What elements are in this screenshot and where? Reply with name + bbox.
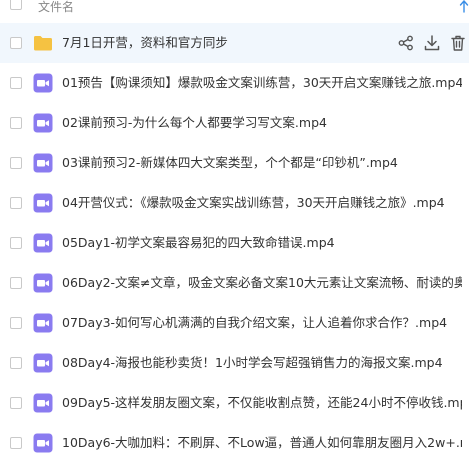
delete-icon[interactable] — [449, 34, 467, 52]
file-row[interactable]: 02课前预习-为什么每个人都要学习写文案.mp4 — [0, 103, 469, 143]
row-checkbox[interactable] — [10, 117, 22, 129]
row-checkbox[interactable] — [10, 197, 22, 209]
video-file-icon — [33, 393, 53, 413]
file-row[interactable]: 09Day5-这样发朋友圈文案，不仅能收割点赞，还能24小时不停收钱.mp4 — [0, 383, 469, 423]
video-file-icon — [33, 273, 53, 293]
file-name[interactable]: 07Day3-如何写心机满满的自我介绍文案，让人追着你求合作？.mp4 — [62, 315, 462, 331]
video-file-icon — [33, 353, 53, 373]
video-file-icon — [33, 233, 53, 253]
folder-row[interactable]: 7月1日开营，资料和官方同步 — [0, 23, 469, 63]
video-file-icon — [33, 113, 53, 133]
row-checkbox[interactable] — [10, 157, 22, 169]
folder-icon — [33, 33, 53, 53]
file-row[interactable]: 08Day4-海报也能秒卖货！1小时学会写超强销售力的海报文案.mp4 — [0, 343, 469, 383]
file-name[interactable]: 06Day2-文案≠文章，吸金文案必备文案10大元素让文案流畅、耐读的奥... — [62, 275, 462, 291]
download-icon[interactable] — [423, 34, 441, 52]
file-name[interactable]: 05Day1-初学文案最容易犯的四大致命错误.mp4 — [62, 235, 462, 251]
file-name[interactable]: 01预告【购课须知】爆款吸金文案训练营，30天开启文案赚钱之旅.mp4 — [62, 75, 462, 91]
file-row[interactable]: 05Day1-初学文案最容易犯的四大致命错误.mp4 — [0, 223, 469, 263]
file-row[interactable]: 04开营仪式：《爆款吸金文案实战训练营，30天开启赚钱之旅》.mp4 — [0, 183, 469, 223]
row-checkbox[interactable] — [10, 397, 22, 409]
row-checkbox[interactable] — [10, 237, 22, 249]
sort-ascending-icon[interactable] — [459, 0, 469, 14]
file-name[interactable]: 08Day4-海报也能秒卖货！1小时学会写超强销售力的海报文案.mp4 — [62, 355, 462, 371]
select-all-checkbox[interactable] — [10, 0, 22, 10]
row-checkbox[interactable] — [10, 437, 22, 449]
column-title-filename[interactable]: 文件名 — [38, 0, 74, 14]
video-file-icon — [33, 433, 53, 453]
file-name[interactable]: 10Day6-大咖加料：不刷屏、不Low逼，普通人如何靠朋友圈月入2w+.mp4 — [62, 435, 462, 451]
file-name[interactable]: 02课前预习-为什么每个人都要学习写文案.mp4 — [62, 115, 462, 131]
share-icon[interactable] — [397, 34, 415, 52]
file-row[interactable]: 01预告【购课须知】爆款吸金文案训练营，30天开启文案赚钱之旅.mp4 — [0, 63, 469, 103]
row-checkbox[interactable] — [10, 37, 22, 49]
row-checkbox[interactable] — [10, 277, 22, 289]
file-list-header: 文件名 — [0, 0, 469, 20]
row-actions — [389, 34, 467, 52]
video-file-icon — [33, 73, 53, 93]
video-file-icon — [33, 313, 53, 333]
file-row[interactable]: 07Day3-如何写心机满满的自我介绍文案，让人追着你求合作？.mp4 — [0, 303, 469, 343]
video-file-icon — [33, 193, 53, 213]
video-file-icon — [33, 153, 53, 173]
file-row[interactable]: 10Day6-大咖加料：不刷屏、不Low逼，普通人如何靠朋友圈月入2w+.mp4 — [0, 423, 469, 463]
row-checkbox[interactable] — [10, 77, 22, 89]
file-name[interactable]: 03课前预习2-新媒体四大文案类型，个个都是“印钞机”.mp4 — [62, 155, 462, 171]
file-name[interactable]: 09Day5-这样发朋友圈文案，不仅能收割点赞，还能24小时不停收钱.mp4 — [62, 395, 462, 411]
file-row[interactable]: 06Day2-文案≠文章，吸金文案必备文案10大元素让文案流畅、耐读的奥... — [0, 263, 469, 303]
row-checkbox[interactable] — [10, 317, 22, 329]
row-checkbox[interactable] — [10, 357, 22, 369]
file-name[interactable]: 04开营仪式：《爆款吸金文案实战训练营，30天开启赚钱之旅》.mp4 — [62, 195, 462, 211]
file-row[interactable]: 03课前预习2-新媒体四大文案类型，个个都是“印钞机”.mp4 — [0, 143, 469, 183]
